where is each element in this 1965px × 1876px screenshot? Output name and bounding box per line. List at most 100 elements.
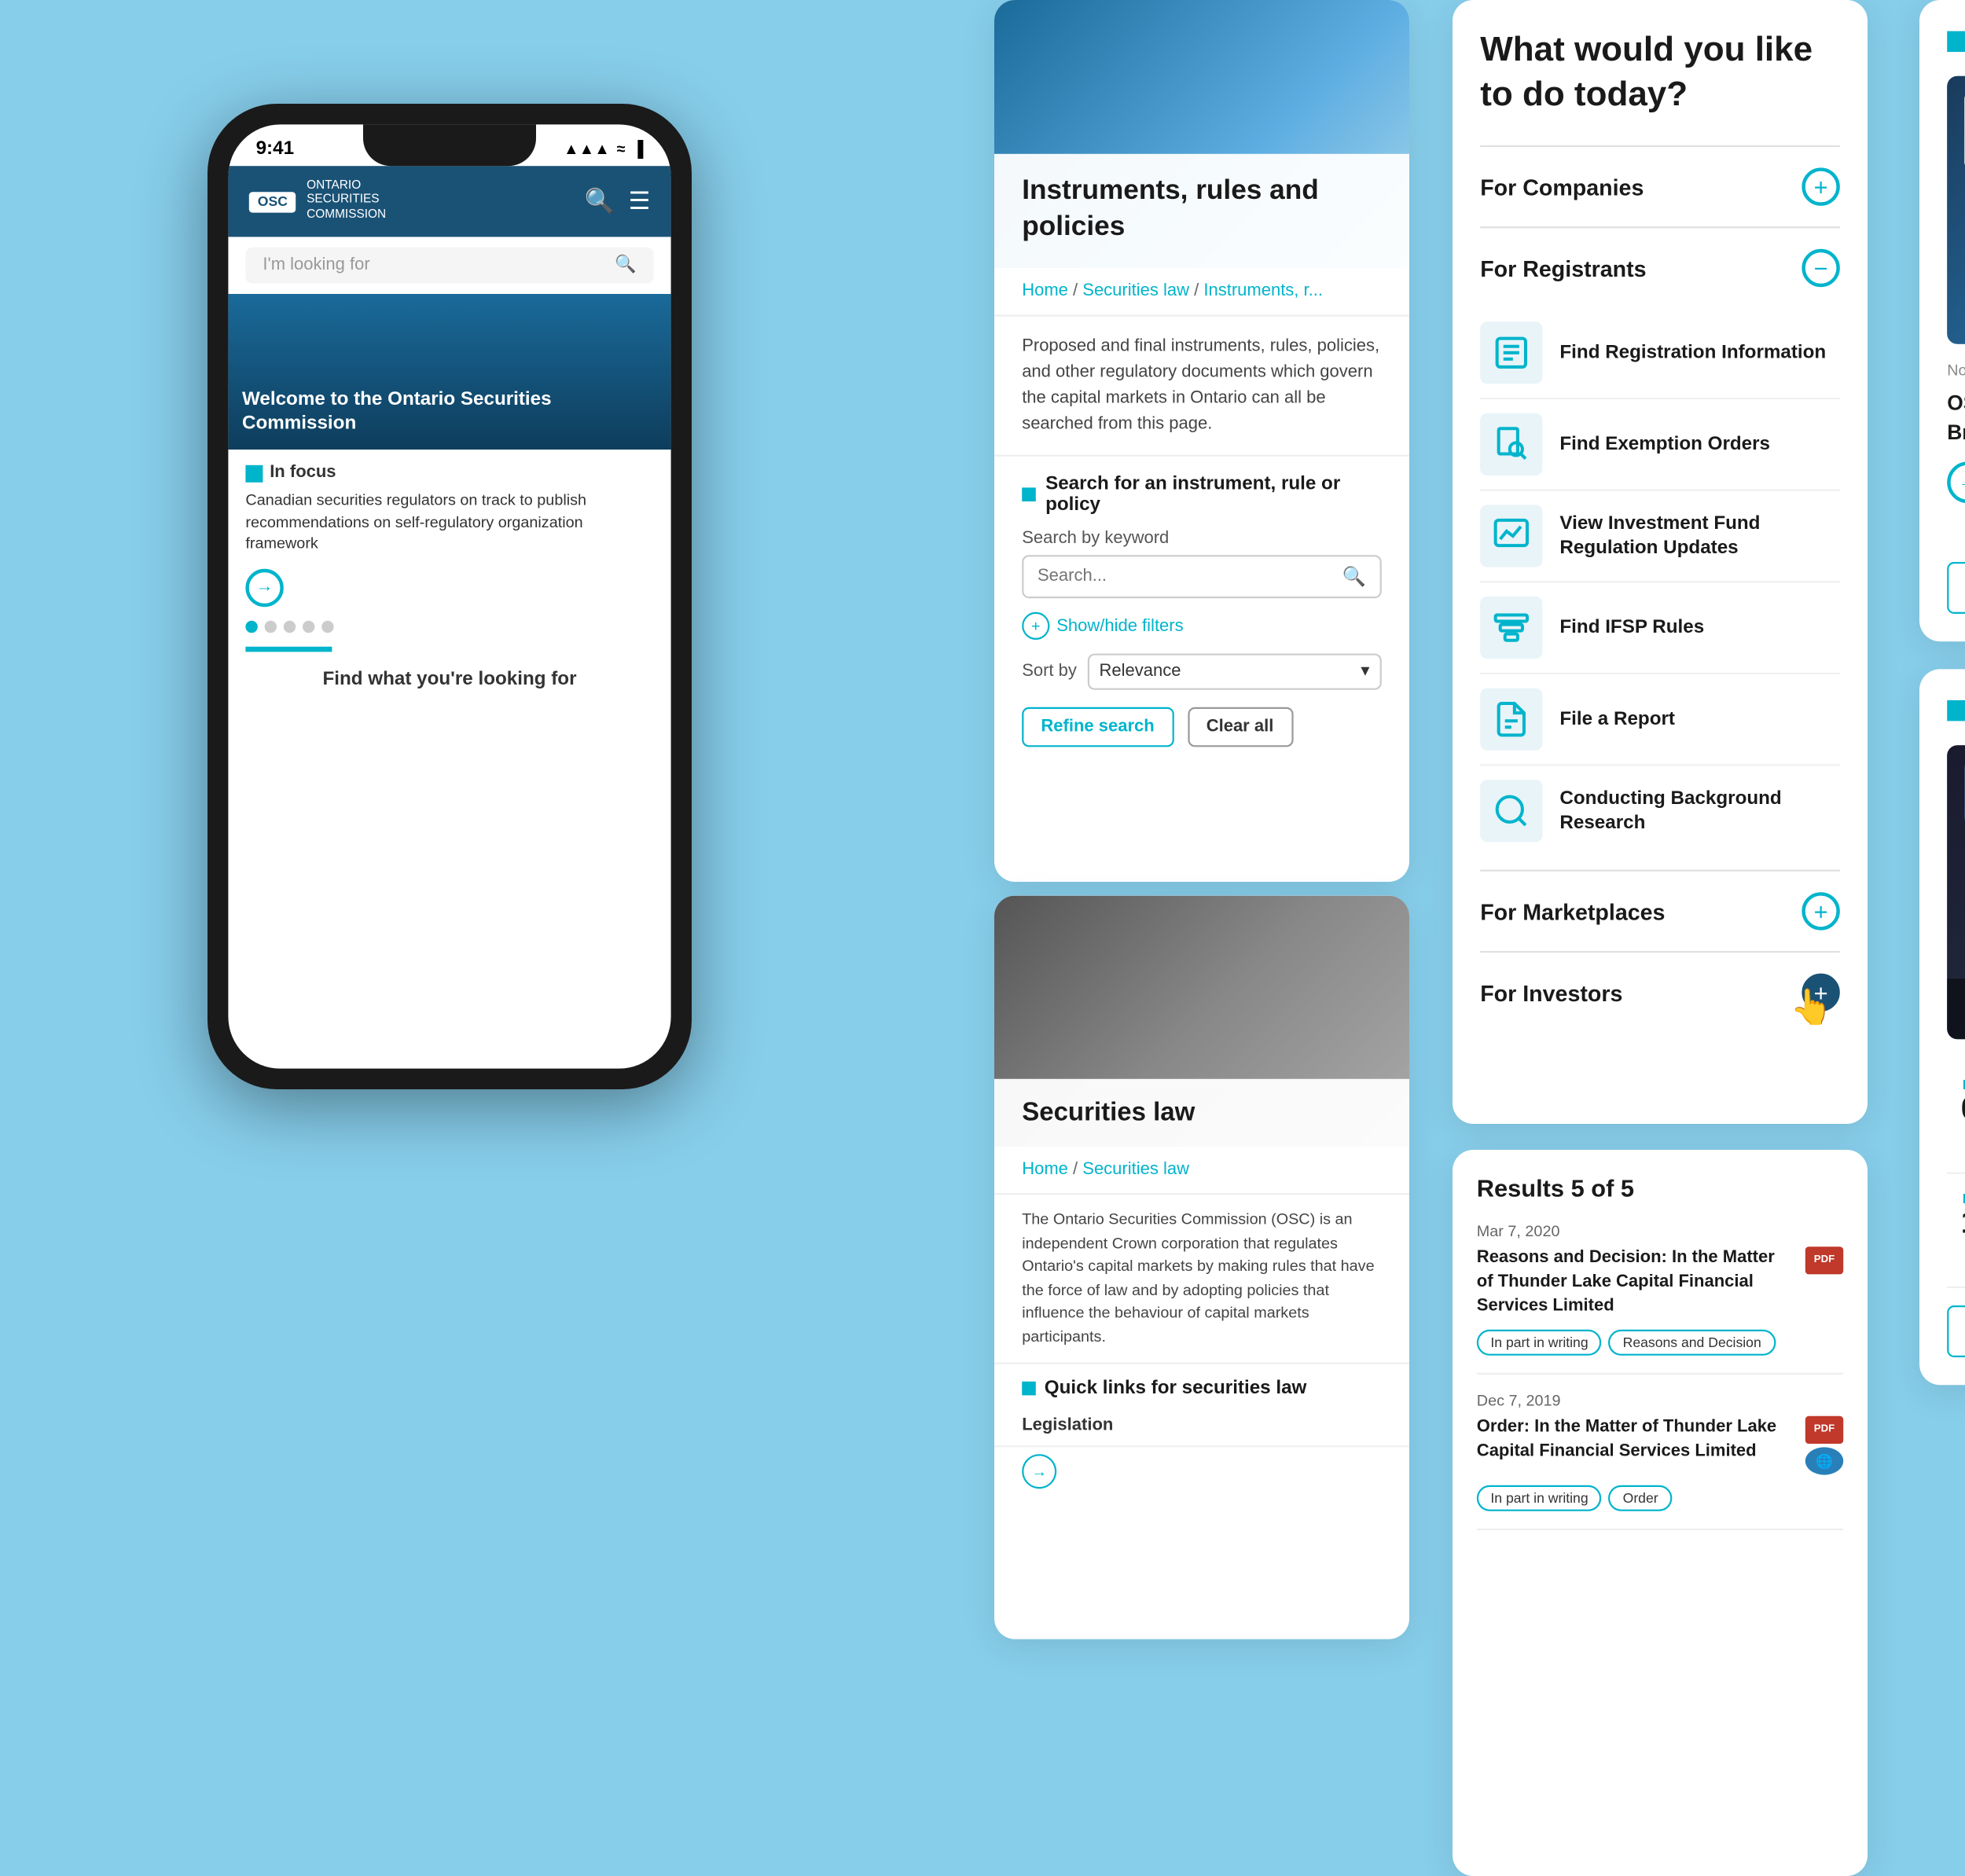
result-1-tag-1[interactable]: In part in writing [1477, 1330, 1602, 1356]
report-title[interactable]: OSC Staff Notice 51-731 Corporate Financ… [1947, 389, 1965, 447]
sec-breadcrumb-securities[interactable]: Securities law [1082, 1160, 1189, 1179]
search-input-row[interactable]: 🔍 [1022, 555, 1382, 598]
for-marketplaces-header[interactable]: For Marketplaces + [1480, 872, 1840, 951]
investment-fund-text: View Investment Fund Regulation Updates [1559, 512, 1839, 561]
show-hide-icon: + [1022, 612, 1049, 640]
quick-link-legislation[interactable]: Legislation [994, 1406, 1409, 1448]
phone-news-arrow[interactable]: → [245, 569, 283, 607]
show-hide-filters[interactable]: + Show/hide filters [1022, 612, 1382, 640]
search-icon: 🔍 [1342, 565, 1366, 588]
carousel-dot-1[interactable] [245, 621, 257, 633]
event-1-month: MAR [1947, 1077, 1965, 1092]
in-focus-label: In focus [270, 464, 336, 483]
result-1-title[interactable]: Reasons and Decision: In the Matter of T… [1477, 1246, 1795, 1319]
list-icon [1480, 321, 1542, 384]
for-marketplaces-toggle[interactable]: + [1802, 892, 1839, 930]
phone-hero-text: Welcome to the Ontario Securities Commis… [242, 387, 657, 436]
sec-breadcrumb-home[interactable]: Home [1022, 1160, 1068, 1179]
cursor-icon: 👆 [1790, 986, 1833, 1029]
background-research-text: Conducting Background Research [1559, 786, 1839, 835]
carousel-dot-4[interactable] [303, 621, 314, 633]
instruments-breadcrumb: Home / Securities law / Instruments, r..… [994, 268, 1409, 317]
battery-icon: ▐ [632, 140, 643, 157]
results-title: Results 5 of 5 [1477, 1174, 1843, 1202]
pdf-icon[interactable]: PDF [1805, 1246, 1843, 1274]
for-companies-section: For Companies + [1480, 145, 1840, 226]
instruments-hero-overlay: Instruments, rules and policies [994, 155, 1409, 268]
result-item-2: Dec 7, 2019 Order: In the Matter of Thun… [1477, 1392, 1843, 1530]
for-companies-toggle[interactable]: + [1802, 167, 1839, 205]
event-2-date-col: MAR 10 [1947, 1191, 1965, 1237]
report-image: OSC Staff Notice 51-731 Corporate Financ… [1947, 76, 1965, 344]
for-registrants-toggle[interactable]: − [1802, 249, 1839, 287]
carousel-dot-5[interactable] [321, 621, 333, 633]
result-1-tags: In part in writing Reasons and Decision [1477, 1330, 1843, 1356]
result-1-icons: PDF [1805, 1246, 1843, 1274]
search-submit-icon[interactable]: 🔍 [615, 256, 636, 275]
result-2-tag-2[interactable]: Order [1609, 1485, 1672, 1511]
carousel-dot-3[interactable] [284, 621, 296, 633]
quick-link-arrow[interactable]: → [1022, 1454, 1056, 1489]
events-teal-indicator [1947, 699, 1965, 720]
search-section-dot [1022, 487, 1035, 501]
see-all-events-button[interactable]: See all events [1947, 1305, 1965, 1357]
web-icon[interactable]: 🌐 [1805, 1447, 1843, 1474]
breadcrumb-home[interactable]: Home [1022, 282, 1068, 301]
file-report-text: File a Report [1559, 707, 1675, 731]
for-registrants-section: For Registrants − Find Registration Info… [1480, 226, 1840, 869]
result-2-title[interactable]: Order: In the Matter of Thunder Lake Cap… [1477, 1416, 1795, 1465]
event-1-day: 09 [1947, 1092, 1965, 1124]
show-hide-label: Show/hide filters [1056, 616, 1183, 635]
phone-time: 9:41 [256, 138, 294, 159]
clear-all-button[interactable]: Clear all [1188, 707, 1293, 747]
result-2-title-row: Order: In the Matter of Thunder Lake Cap… [1477, 1416, 1843, 1475]
item-background-research[interactable]: Conducting Background Research [1480, 766, 1840, 856]
search-by-keyword-label: Search by keyword [1022, 529, 1382, 548]
for-registrants-label: For Registrants [1480, 255, 1646, 281]
quick-links-title-text: Quick links for securities law [1045, 1378, 1307, 1398]
sort-select[interactable]: Relevance ▾ [1087, 654, 1382, 690]
phone-find-text: Find what you're looking for [245, 669, 653, 689]
for-companies-header[interactable]: For Companies + [1480, 147, 1840, 226]
phone-hero-image: Welcome to the Ontario Securities Commis… [228, 294, 670, 450]
breadcrumb-securities[interactable]: Securities law [1082, 282, 1189, 301]
featured-event-image: Save the date: OSC Dialogue 2021 NOV 23 [1947, 744, 1965, 1038]
item-find-registration[interactable]: Find Registration Information [1480, 308, 1840, 400]
phone-notch [363, 124, 536, 166]
result-2-date: Dec 7, 2019 [1477, 1392, 1843, 1409]
instruments-body-text: Proposed and final instruments, rules, p… [994, 317, 1409, 457]
phone-screen: 9:41 ▲▲▲ ≈ ▐ OSC ONTARIOSECURITIESCOMMIS… [228, 124, 670, 1068]
for-registrants-items: Find Registration Information Find Exemp… [1480, 308, 1840, 870]
search-icon[interactable]: 🔍 [585, 187, 615, 216]
search-placeholder: I'm looking for [263, 256, 369, 275]
instruments-hero: Instruments, rules and policies [994, 0, 1409, 268]
for-marketplaces-section: For Marketplaces + [1480, 870, 1840, 951]
filter-icon [1480, 597, 1542, 659]
report-date: November 19, 2020 [1947, 362, 1965, 379]
find-ifsp-text: Find IFSP Rules [1559, 615, 1704, 640]
result-2-tag-1[interactable]: In part in writing [1477, 1485, 1602, 1511]
report-arrow[interactable]: → [1947, 461, 1965, 503]
carousel-dot-2[interactable] [265, 621, 277, 633]
item-file-report[interactable]: File a Report [1480, 674, 1840, 766]
chevron-down-icon: ▾ [1361, 663, 1369, 681]
result-1-tag-2[interactable]: Reasons and Decision [1609, 1330, 1775, 1356]
menu-icon[interactable]: ☰ [629, 187, 651, 216]
refine-search-button[interactable]: Refine search [1022, 707, 1173, 747]
instruments-panel: Instruments, rules and policies Home / S… [994, 0, 1409, 882]
event-1-date-col: MAR 09 [1947, 1077, 1965, 1123]
item-find-exemption[interactable]: Find Exemption Orders [1480, 399, 1840, 491]
result-1-title-row: Reasons and Decision: In the Matter of T… [1477, 1246, 1843, 1319]
search-input[interactable] [1038, 567, 1342, 586]
item-find-ifsp[interactable]: Find IFSP Rules [1480, 582, 1840, 674]
phone-in-focus: In focus [245, 464, 653, 483]
pdf-icon-2[interactable]: PDF [1805, 1416, 1843, 1444]
for-registrants-header[interactable]: For Registrants − [1480, 228, 1840, 307]
see-all-publications-button[interactable]: See all publications [1947, 561, 1965, 613]
phone-search-bar[interactable]: I'm looking for 🔍 [245, 248, 653, 284]
event-2-header: MAR 10 OSC in the Community (Webinar) 🕐 … [1947, 1191, 1965, 1261]
item-investment-fund[interactable]: View Investment Fund Regulation Updates [1480, 491, 1840, 583]
result-2-tags: In part in writing Order [1477, 1485, 1843, 1511]
wifi-icon: ≈ [617, 140, 626, 157]
for-investors-header[interactable]: For Investors + [1480, 953, 1840, 1032]
